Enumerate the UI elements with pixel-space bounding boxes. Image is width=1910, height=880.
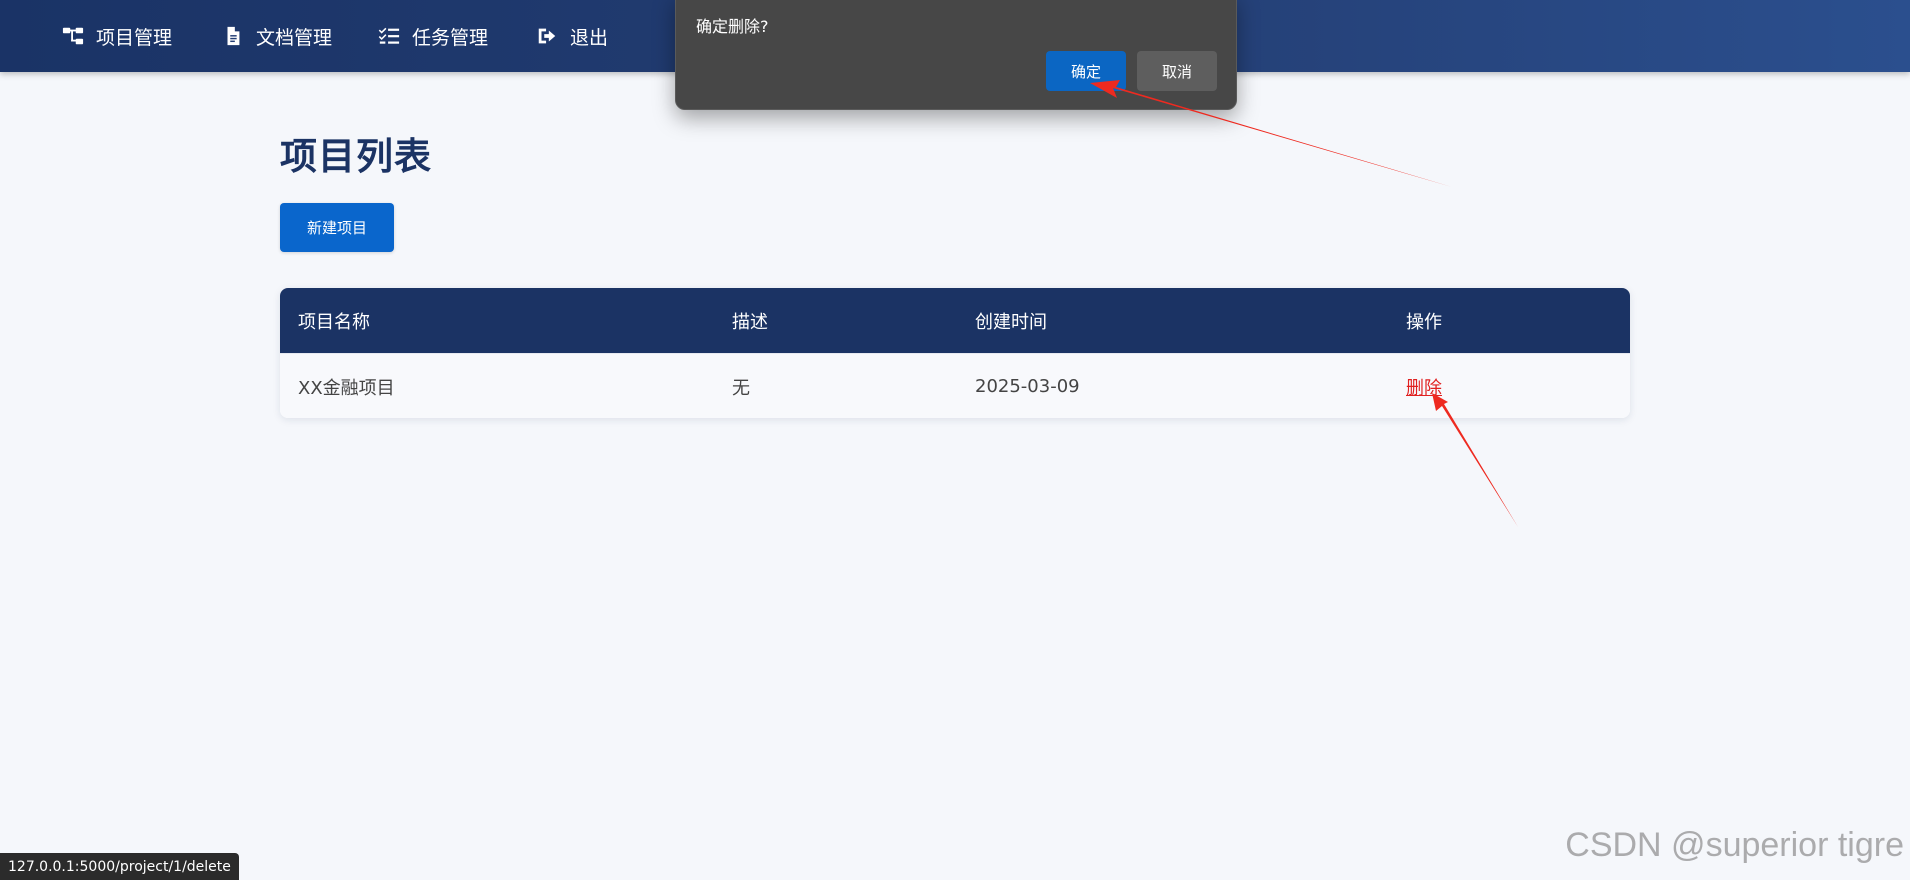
nav-label-logout: 退出 (570, 26, 609, 49)
confirm-cancel-button[interactable]: 取消 (1137, 51, 1217, 91)
table-row: XX金融项目 无 2025-03-09 删除 (280, 353, 1630, 418)
nav-item-task-management[interactable]: 任务管理 (378, 0, 488, 72)
nav-item-document-management[interactable]: 文档管理 (222, 0, 332, 72)
delete-link[interactable]: 删除 (1406, 374, 1442, 400)
nav-item-logout[interactable]: 退出 (536, 0, 608, 72)
page: 项目管理 文档管理 任务管理 退出 项目列表 新建项目 项目名称 描述 创建时间… (0, 0, 1910, 880)
cell-action: 删除 (1406, 354, 1442, 418)
confirm-dialog: 确定删除? 确定 取消 (675, 0, 1237, 110)
page-title: 项目列表 (280, 135, 432, 178)
confirm-ok-button[interactable]: 确定 (1046, 51, 1126, 91)
project-table: 项目名称 描述 创建时间 操作 XX金融项目 无 2025-03-09 删除 (280, 288, 1630, 418)
status-bar-url: 127.0.0.1:5000/project/1/delete (0, 853, 239, 880)
sitemap-icon (62, 27, 84, 45)
nav-item-project-management[interactable]: 项目管理 (62, 0, 172, 72)
column-header-name: 项目名称 (298, 311, 370, 333)
nav-label-project-management: 项目管理 (96, 26, 173, 49)
cell-project-name: XX金融项目 (298, 377, 395, 399)
new-project-button[interactable]: 新建项目 (280, 203, 394, 252)
sign-out-icon (538, 28, 556, 44)
file-icon (227, 26, 240, 46)
nav-label-document-management: 文档管理 (256, 26, 333, 49)
cell-description: 无 (732, 377, 750, 399)
tasks-icon (378, 27, 400, 44)
column-header-action: 操作 (1406, 311, 1442, 333)
dialog-message: 确定删除? (696, 17, 769, 36)
watermark: CSDN @superior tigre (1565, 826, 1904, 864)
column-header-created: 创建时间 (975, 311, 1047, 333)
cell-created-date: 2025-03-09 (975, 376, 1080, 397)
table-header: 项目名称 描述 创建时间 操作 (280, 288, 1630, 353)
column-header-description: 描述 (732, 311, 768, 333)
nav-label-task-management: 任务管理 (412, 26, 489, 49)
